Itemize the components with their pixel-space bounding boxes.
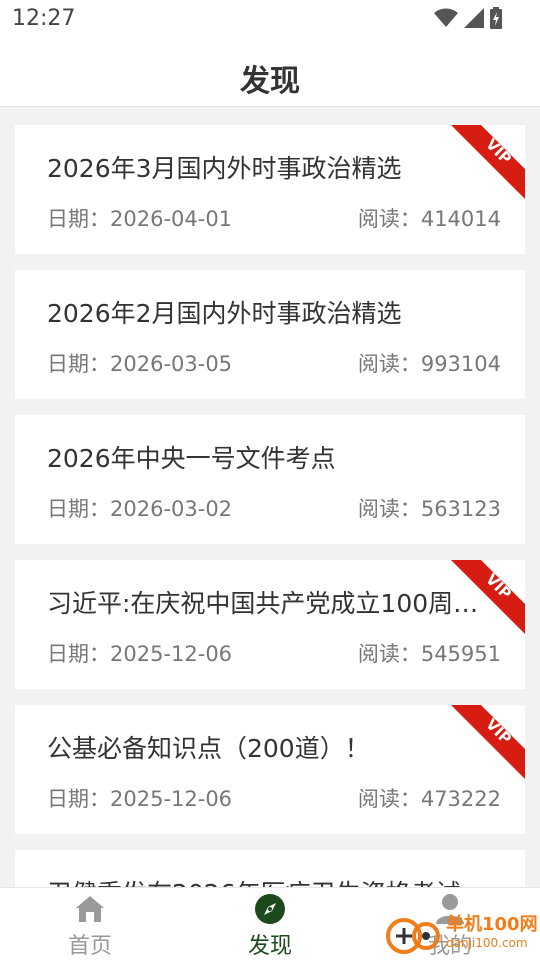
watermark: 单机100网 danji100.com <box>384 908 538 960</box>
watermark-text: 单机100网 <box>446 914 538 935</box>
article-title: 2026年3月国内外时事政治精选 <box>47 154 402 183</box>
watermark-url: danji100.com <box>446 936 528 950</box>
article-card[interactable]: 公基必备知识点（200道）！ 日期：2025-12-06 阅读：473222 V… <box>15 705 525 834</box>
article-title: 习近平:在庆祝中国共产党成立100周年大会上的讲话 <box>47 589 502 618</box>
article-read-count: 阅读：545951 <box>357 642 501 666</box>
article-card[interactable]: 习近平:在庆祝中国共产党成立100周年大会上的讲话 日期：2025-12-06 … <box>15 560 525 689</box>
status-icons <box>434 7 502 29</box>
article-title: 公基必备知识点（200道）！ <box>47 734 370 763</box>
article-title: 2026年中央一号文件考点 <box>47 444 336 473</box>
article-read-count: 阅读：993104 <box>357 352 501 376</box>
article-title: 2026年2月国内外时事政治精选 <box>47 299 402 328</box>
page-title: 发现 <box>240 64 300 99</box>
article-date: 日期：2026-04-01 <box>47 207 233 231</box>
battery-icon <box>490 7 502 29</box>
compass-icon <box>255 894 285 924</box>
article-card[interactable]: 卫健委发布2026年医疗卫生资格考试 <box>15 850 525 887</box>
tab-home[interactable]: 首页 <box>0 888 180 961</box>
article-read-count: 阅读：473222 <box>357 787 501 811</box>
tab-label: 发现 <box>247 934 292 959</box>
article-read-count: 阅读：414014 <box>357 207 501 231</box>
tab-label: 首页 <box>67 934 112 959</box>
vip-ribbon: VIP <box>451 125 525 199</box>
tab-discover[interactable]: 发现 <box>180 888 360 961</box>
home-icon <box>76 896 104 922</box>
article-card[interactable]: 2026年2月国内外时事政治精选 日期：2026-03-05 阅读：993104 <box>15 270 525 399</box>
article-card[interactable]: 2026年中央一号文件考点 日期：2026-03-02 阅读：563123 <box>15 415 525 544</box>
article-date: 日期：2025-12-06 <box>47 642 233 666</box>
status-bar: 12:27 <box>0 0 540 38</box>
article-list[interactable]: 2026年3月国内外时事政治精选 日期：2026-04-01 阅读：414014… <box>0 107 540 887</box>
article-read-count: 阅读：563123 <box>357 497 501 521</box>
title-bar: 发现 <box>0 38 540 107</box>
watermark-logo-icon <box>386 918 440 954</box>
article-date: 日期：2025-12-06 <box>47 787 233 811</box>
vip-ribbon: VIP <box>451 705 525 779</box>
status-time: 12:27 <box>12 6 76 31</box>
article-card[interactable]: 2026年3月国内外时事政治精选 日期：2026-04-01 阅读：414014… <box>15 125 525 254</box>
article-date: 日期：2026-03-02 <box>47 497 233 521</box>
vip-ribbon: VIP <box>451 560 525 634</box>
article-title: 卫健委发布2026年医疗卫生资格考试 <box>47 874 502 887</box>
wifi-icon <box>434 8 458 27</box>
article-date: 日期：2026-03-05 <box>47 352 233 376</box>
signal-icon <box>464 8 484 28</box>
